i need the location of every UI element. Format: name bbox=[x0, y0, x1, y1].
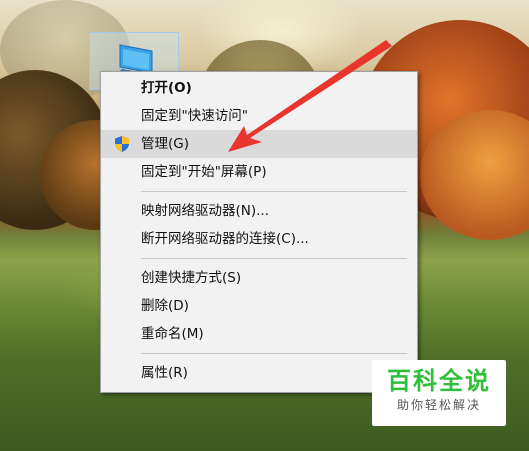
menu-item-label: 打开(O) bbox=[141, 80, 192, 96]
menu-item-manage[interactable]: 管理(G) bbox=[101, 130, 417, 158]
uac-shield-icon bbox=[115, 136, 129, 152]
menu-separator bbox=[141, 258, 407, 259]
menu-item-label: 固定到"快速访问" bbox=[141, 108, 248, 124]
watermark-subtitle: 助你轻松解决 bbox=[396, 398, 481, 412]
menu-item-map-network-drive[interactable]: 映射网络驱动器(N)... bbox=[101, 197, 417, 225]
menu-item-rename[interactable]: 重命名(M) bbox=[101, 320, 417, 348]
watermark-logo: 百科全说 助你轻松解决 bbox=[372, 360, 506, 426]
menu-item-pin-start[interactable]: 固定到"开始"屏幕(P) bbox=[101, 158, 417, 186]
menu-item-create-shortcut[interactable]: 创建快捷方式(S) bbox=[101, 264, 417, 292]
menu-item-properties[interactable]: 属性(R) bbox=[101, 359, 417, 387]
menu-item-label: 断开网络驱动器的连接(C)... bbox=[141, 231, 309, 247]
menu-item-open[interactable]: 打开(O) bbox=[101, 74, 417, 102]
menu-item-label: 管理(G) bbox=[141, 136, 189, 152]
menu-item-label: 删除(D) bbox=[141, 298, 189, 314]
menu-separator bbox=[141, 191, 407, 192]
menu-item-label: 属性(R) bbox=[141, 365, 188, 381]
menu-item-label: 重命名(M) bbox=[141, 326, 204, 342]
menu-item-pin-quick-access[interactable]: 固定到"快速访问" bbox=[101, 102, 417, 130]
watermark-title: 百科全说 bbox=[387, 367, 491, 395]
menu-item-delete[interactable]: 删除(D) bbox=[101, 292, 417, 320]
context-menu: 打开(O) 固定到"快速访问" 管理(G) 固定到"开始"屏幕(P) 映射网络驱… bbox=[100, 71, 418, 393]
menu-item-label: 映射网络驱动器(N)... bbox=[141, 203, 270, 219]
menu-item-label: 创建快捷方式(S) bbox=[141, 270, 242, 286]
menu-item-label: 固定到"开始"屏幕(P) bbox=[141, 164, 267, 180]
menu-separator bbox=[141, 353, 407, 354]
menu-item-disconnect-network-drive[interactable]: 断开网络驱动器的连接(C)... bbox=[101, 225, 417, 253]
